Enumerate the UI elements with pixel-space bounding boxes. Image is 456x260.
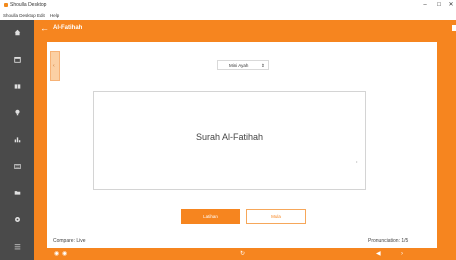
compare-status: Compare: Live bbox=[53, 238, 86, 244]
menu-bar: Shoulla Desktop Edit Help bbox=[0, 11, 456, 20]
menu-item-edit[interactable]: Edit bbox=[37, 12, 45, 19]
record-icon[interactable]: ◉ bbox=[54, 250, 59, 258]
menu-item-app[interactable]: Shoulla Desktop bbox=[3, 12, 36, 19]
latihan-button[interactable]: Latihan bbox=[181, 209, 240, 224]
bulb-icon[interactable] bbox=[13, 108, 22, 117]
folder-icon[interactable] bbox=[13, 188, 22, 197]
maximize-button[interactable]: ☐ bbox=[434, 1, 444, 9]
sidebar bbox=[0, 20, 34, 260]
updown-caret-icon: ⇕ bbox=[261, 63, 265, 68]
mode-selector-value: Mini Ayah bbox=[229, 63, 249, 68]
page-title: Al-Fatihah bbox=[53, 25, 83, 31]
book-icon[interactable] bbox=[13, 82, 22, 91]
page-header: ← Al-Fatihah bbox=[34, 20, 456, 37]
header-action-icon[interactable] bbox=[452, 25, 456, 31]
app-window: Shoulla Desktop – ☐ ✕ Shoulla Desktop Ed… bbox=[0, 0, 456, 260]
window-title: Shoulla Desktop bbox=[10, 2, 47, 8]
playback-icon[interactable]: ◉ bbox=[62, 250, 67, 258]
prev-icon[interactable]: ◀ bbox=[376, 250, 381, 258]
refresh-icon[interactable]: ↻ bbox=[240, 250, 245, 258]
home-icon[interactable] bbox=[13, 28, 22, 37]
calendar-icon[interactable] bbox=[13, 55, 22, 64]
chart-icon[interactable] bbox=[13, 135, 22, 144]
surah-title: Surah Al-Fatihah bbox=[195, 132, 264, 142]
side-drawer-chevron-icon: ‹ bbox=[53, 63, 55, 69]
minimize-button[interactable]: – bbox=[420, 1, 430, 9]
close-button[interactable]: ✕ bbox=[446, 1, 456, 9]
keyboard-icon[interactable] bbox=[13, 162, 22, 171]
mula-button[interactable]: Mula bbox=[246, 209, 306, 224]
back-arrow-icon[interactable]: ← bbox=[40, 23, 49, 34]
next-icon[interactable]: › bbox=[401, 250, 403, 258]
app-logo-icon bbox=[4, 3, 8, 7]
menu-icon[interactable] bbox=[13, 242, 22, 251]
marker-dot-icon: • bbox=[356, 159, 358, 164]
side-drawer-tab[interactable]: ‹ bbox=[50, 51, 60, 81]
mode-selector[interactable]: Mini Ayah ⇕ bbox=[217, 60, 269, 70]
pronunciation-status: Pronunciation: 1/5 bbox=[368, 238, 409, 244]
surah-display: Surah Al-Fatihah • bbox=[93, 91, 366, 190]
settings-icon[interactable] bbox=[13, 215, 22, 224]
bottom-bar: ◉ ◉ ↻ ◀ › bbox=[34, 248, 456, 260]
menu-item-help[interactable]: Help bbox=[50, 12, 59, 19]
title-bar: Shoulla Desktop – ☐ ✕ bbox=[0, 0, 456, 11]
